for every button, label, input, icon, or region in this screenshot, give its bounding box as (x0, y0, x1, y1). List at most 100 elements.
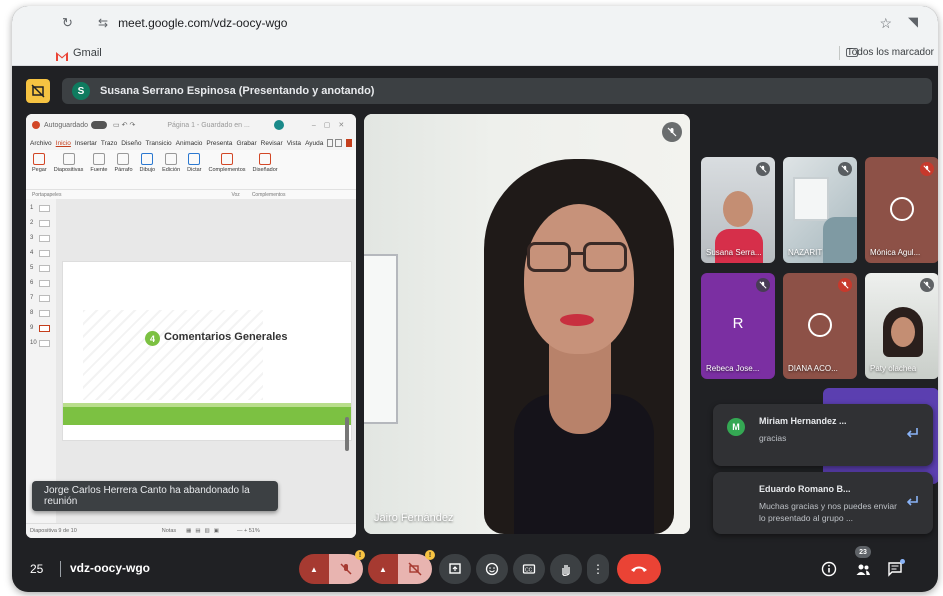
addins-icon (221, 153, 234, 165)
menu-insertar[interactable]: Insertar (75, 140, 97, 147)
slide-band (63, 407, 351, 425)
ribbon-drawing[interactable]: Dibujo (140, 153, 155, 173)
menu-inicio[interactable]: Inicio (56, 140, 71, 147)
menu-transiciones[interactable]: Transicio (146, 140, 172, 147)
menu-revisar[interactable]: Revisar (261, 140, 283, 147)
autosave-toggle[interactable] (90, 121, 107, 129)
bookmark-star-icon[interactable]: ☆ (879, 15, 892, 32)
chat-notification[interactable]: M Miriam Hernandez ... gracias (713, 404, 933, 466)
comments-icon[interactable] (327, 139, 334, 147)
slide-number: 5 (30, 265, 34, 271)
slide-thumb[interactable]: 5 (30, 263, 52, 275)
present-button[interactable] (439, 554, 471, 584)
glasses-left (527, 242, 571, 272)
bar-divider (60, 561, 61, 577)
participant-tile[interactable]: R Rebeca Jose... (701, 273, 775, 379)
slide-thumb[interactable]: 1 (30, 203, 52, 215)
slide-thumbnails: 1 2 3 4 5 6 7 8 9 10 (26, 199, 56, 523)
ribbon-addins[interactable]: Complementos (209, 153, 246, 173)
font-icon (92, 153, 105, 165)
participant-tile[interactable]: Mónica Agul... (865, 157, 938, 263)
slide-thumb[interactable]: 7 (30, 293, 52, 305)
chat-message: Muchas gracias y nos puedes enviar lo pr… (759, 501, 897, 523)
ribbon-paragraph[interactable]: Párrafo (114, 153, 133, 173)
reply-icon[interactable] (905, 494, 919, 508)
reactions-button[interactable] (476, 554, 508, 584)
record-icon[interactable] (345, 139, 352, 147)
browser-address-bar: ↻ ⇆ meet.google.com/vdz-oocy-wgo ☆ ◥ (12, 6, 938, 40)
url-field[interactable]: meet.google.com/vdz-oocy-wgo (118, 16, 287, 30)
slide-thumb[interactable]: 2 (30, 218, 52, 230)
bookmark-gmail[interactable]: Gmail (73, 47, 102, 59)
ribbon-slides[interactable]: Diapositivas (54, 153, 83, 173)
ribbon-font[interactable]: Fuente (90, 153, 107, 173)
participant-name: DIANA ACO... (788, 364, 838, 373)
menu-animaciones[interactable]: Animacio (176, 140, 203, 147)
audio-options-button[interactable]: ▲ (299, 554, 329, 584)
reload-icon[interactable]: ↻ (62, 15, 80, 31)
people-button[interactable] (850, 556, 876, 582)
ribbon-editing[interactable]: Edición (162, 153, 180, 173)
user-avatar[interactable] (273, 120, 284, 130)
presentation-off-icon[interactable] (26, 79, 50, 103)
menu-trazo[interactable]: Trazo (101, 140, 117, 147)
captions-button[interactable]: CC (513, 554, 545, 584)
drawing-icon (141, 153, 154, 165)
menu-grabar[interactable]: Grabar (236, 140, 256, 147)
slide-thumb[interactable]: 3 (30, 233, 52, 245)
ribbon-designer[interactable]: Diseñador (253, 153, 278, 173)
zoom-control[interactable]: — + 51% (237, 528, 260, 534)
participant-tile[interactable]: Paty olachea (865, 273, 938, 379)
gmail-icon[interactable] (56, 48, 68, 61)
view-buttons[interactable]: ▦▤▥▣ (186, 528, 223, 534)
participant-tile[interactable]: DIANA ACO... (783, 273, 857, 379)
slide-counter: Diapositiva 9 de 10 (30, 528, 77, 534)
raise-hand-button[interactable] (550, 554, 582, 584)
ribbon-paste[interactable]: Pegar (32, 153, 47, 173)
meeting-info-button[interactable] (816, 556, 842, 582)
slide-thumb-selected[interactable]: 9 (30, 323, 52, 335)
current-slide[interactable]: 4 Comentarios Generales (62, 261, 352, 441)
slide-number: 8 (30, 310, 34, 316)
window-controls[interactable]: –▢✕ (312, 121, 352, 129)
captions-icon: CC (522, 564, 536, 574)
slide-thumb[interactable]: 6 (30, 278, 52, 290)
chat-notification[interactable]: Eduardo Romano B... Muchas gracias y nos… (713, 472, 933, 534)
extension-icon[interactable]: ◥ (908, 14, 918, 30)
ribbon-dictate[interactable]: Dictar (187, 153, 202, 173)
leave-call-button[interactable] (617, 554, 661, 584)
video-options-button[interactable]: ▲ (368, 554, 398, 584)
slide-thumb[interactable]: 4 (30, 248, 52, 260)
meeting-code[interactable]: vdz-oocy-wgo (70, 561, 150, 575)
reply-icon[interactable] (905, 426, 919, 440)
mic-off-icon (920, 162, 934, 176)
menu-archivo[interactable]: Archivo (30, 140, 52, 147)
participant-name: NAZARIT (788, 248, 823, 257)
menu-presentacion[interactable]: Presenta (206, 140, 232, 147)
all-bookmarks-link[interactable]: Todos los marcador (847, 47, 934, 58)
participant-tile[interactable]: Susana Serra... (701, 157, 775, 263)
meeting-time: 25 (30, 562, 44, 576)
notes-button[interactable]: Notas (162, 528, 176, 534)
menu-ayuda[interactable]: Ayuda (305, 140, 323, 147)
slide-scrollbar[interactable] (345, 417, 349, 451)
chat-button[interactable] (882, 556, 908, 582)
paste-icon (33, 153, 46, 165)
paragraph-icon (117, 153, 130, 165)
slide-thumb[interactable]: 8 (30, 308, 52, 320)
site-controls-icon[interactable]: ⇆ (98, 16, 108, 30)
slide-mini (39, 250, 50, 257)
participant-face (891, 317, 915, 347)
mic-off-icon (920, 278, 934, 292)
slide-thumb[interactable]: 10 (30, 338, 52, 350)
shared-screen: Autoguardado ▭↶↷ Página 1 - Guardado en … (26, 114, 356, 538)
group-label: Complementos (251, 191, 286, 198)
participant-tile[interactable]: NAZARIT (783, 157, 857, 263)
speaker-tile[interactable]: Jairo Fernández (364, 114, 690, 534)
more-options-button[interactable]: ⋮ (587, 554, 609, 584)
menu-diseno[interactable]: Diseño (121, 140, 141, 147)
share-icon[interactable] (335, 139, 342, 147)
quick-access-icons[interactable]: ▭↶↷ (113, 121, 137, 129)
participant-name: Susana Serra... (706, 248, 762, 257)
menu-vista[interactable]: Vista (287, 140, 301, 147)
